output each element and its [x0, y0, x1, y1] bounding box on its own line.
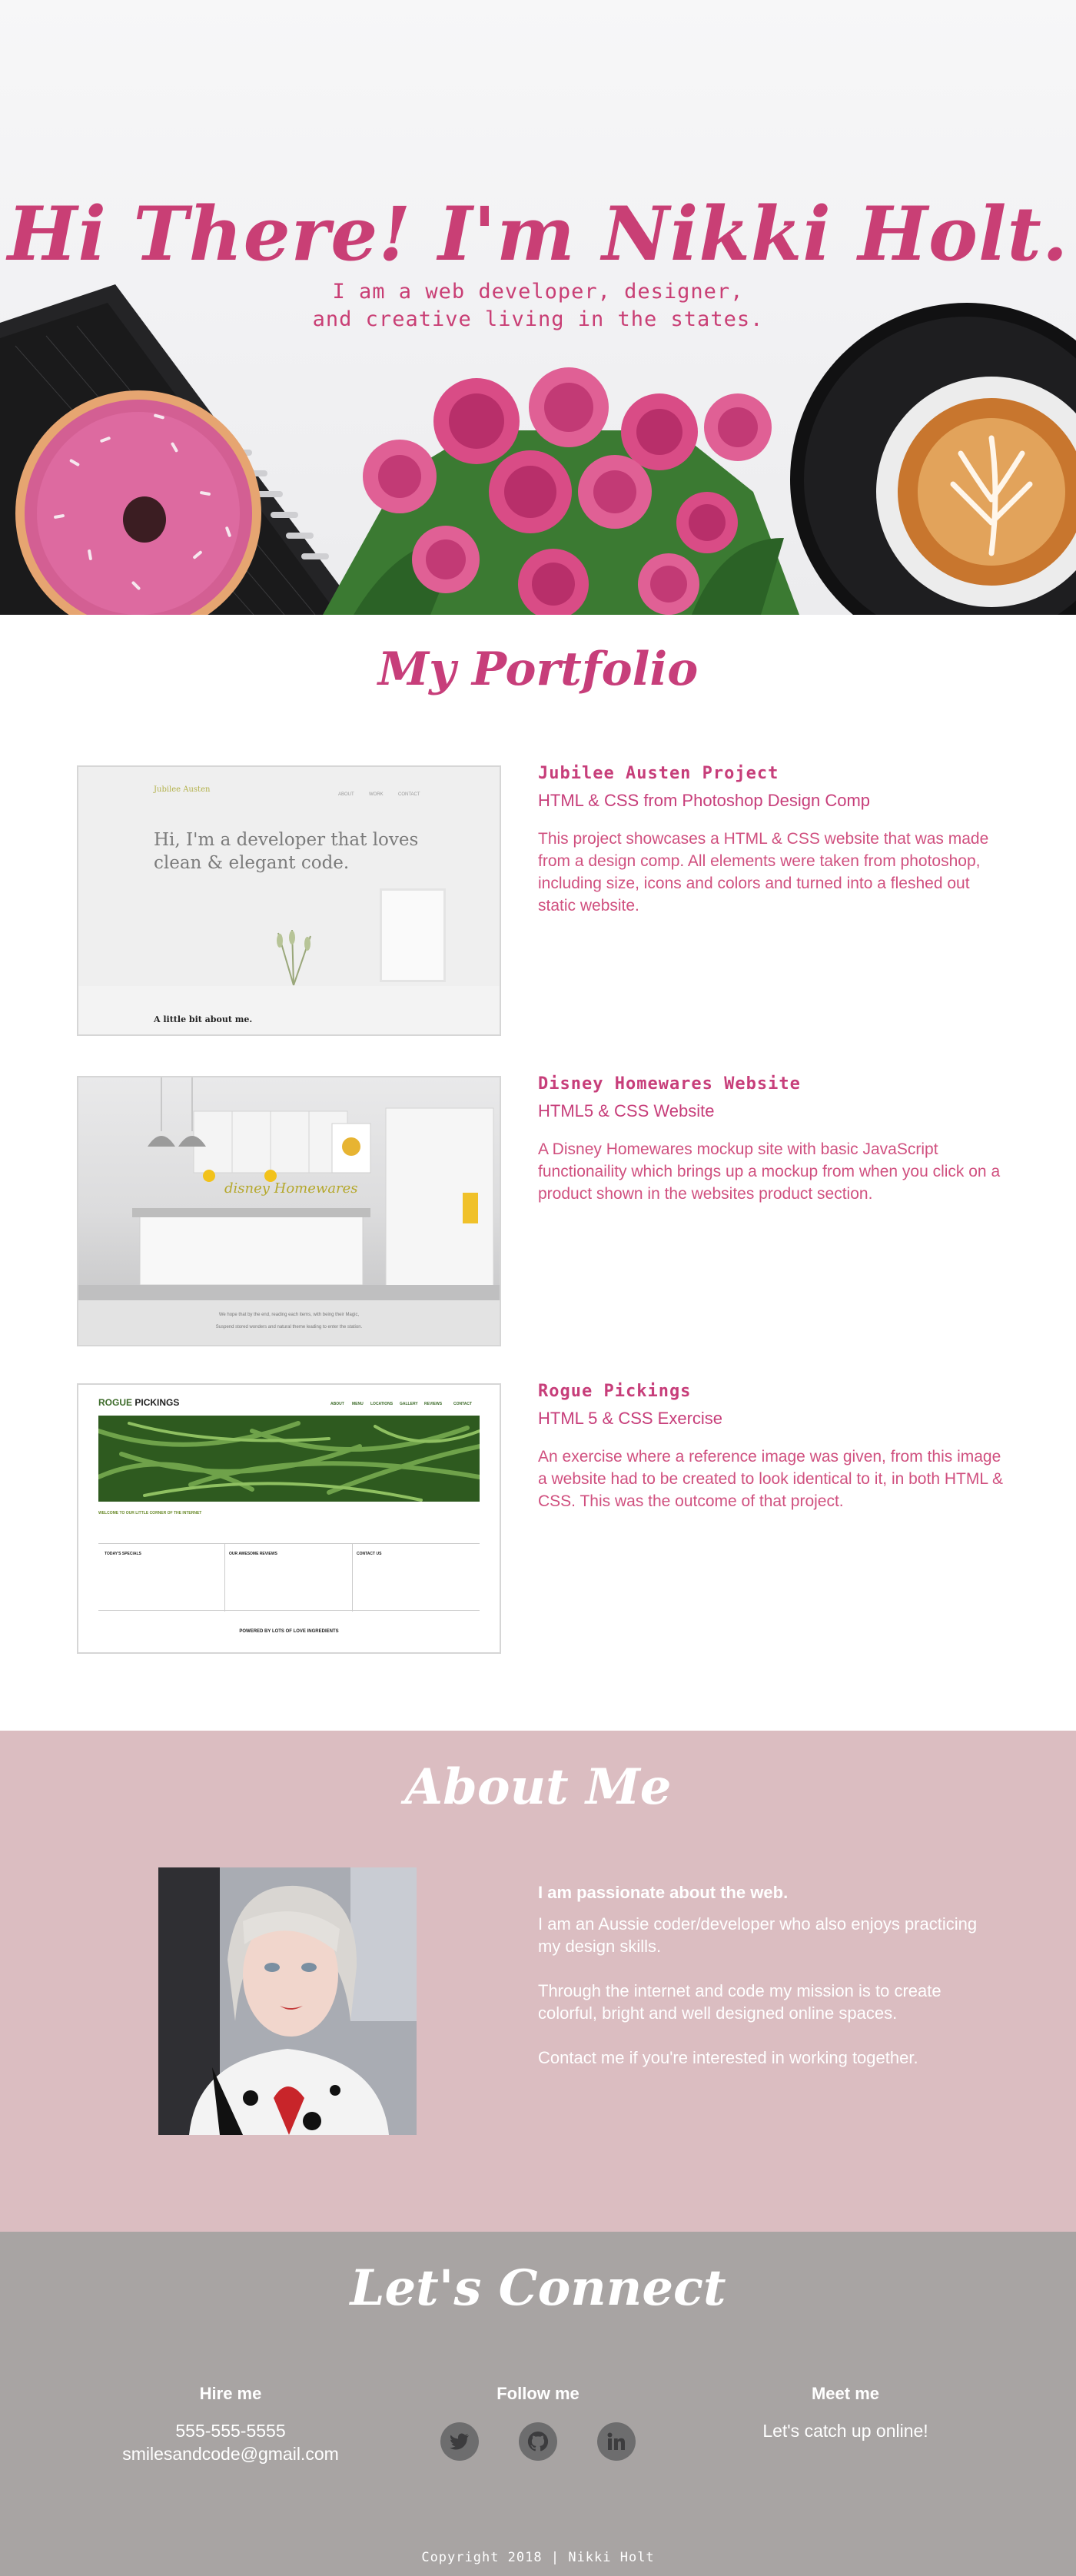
thumbnail-brand: Jubilee Austen: [154, 785, 211, 794]
project-info-rogue: Rogue Pickings HTML 5 & CSS Exercise An …: [538, 1382, 1007, 1512]
thumbnail-about-label: A little bit about me.: [154, 1014, 253, 1024]
project-info-jubilee: Jubilee Austen Project HTML & CSS from P…: [538, 764, 1007, 917]
contact-details: 555-555-5555 smilesandcode@gmail.com: [108, 2419, 354, 2465]
plant-illustration: [277, 929, 311, 986]
column-divider: [352, 1544, 353, 1612]
hero-subtitle-line-2: and creative living in the states.: [312, 307, 764, 331]
linkedin-icon: [607, 2432, 625, 2450]
twitter-link[interactable]: [440, 2422, 479, 2461]
project-thumbnail-disney[interactable]: disney Homewares We hope that by the end…: [77, 1076, 501, 1346]
project-card-jubilee: Jubilee Austen ABOUT WORK CONTACT Hi, I'…: [77, 764, 1007, 1036]
thumbnail-nav-item: LOCATIONS: [370, 1402, 394, 1406]
hero-title: Hi There! I'm Nikki Holt.: [7, 191, 1069, 277]
phone-link[interactable]: 555-555-5555: [108, 2419, 354, 2442]
twitter-icon: [450, 2433, 469, 2450]
copyright: Copyright 2018 | Nikki Holt: [421, 2550, 655, 2565]
project-card-rogue: ROGUE PICKINGS ABOUT MENU LOCATIONS GALL…: [77, 1382, 1007, 1654]
project-description: A Disney Homewares mockup site with basi…: [538, 1140, 1001, 1203]
thumbnail-frame-image: [380, 888, 446, 982]
thumbnail-headline-line-1: Hi, I'm a developer that loves: [154, 830, 419, 850]
social-links: [415, 2422, 661, 2461]
thumbnail-logo: disney Homewares: [224, 1180, 358, 1197]
connect-heading: Let's Connect: [350, 2259, 726, 2317]
linkedin-link[interactable]: [597, 2422, 636, 2461]
project-info-disney: Disney Homewares Website HTML5 & CSS Web…: [538, 1074, 1007, 1205]
github-icon: [527, 2431, 549, 2452]
follow-me-column: Follow me: [415, 2384, 661, 2461]
project-description: This project showcases a HTML & CSS webs…: [538, 830, 989, 915]
about-section: About Me I am passionate about the web. …: [0, 1731, 1076, 2232]
thumbnail-logo-part-2: PICKINGS: [134, 1397, 180, 1408]
thumbnail-nav-item: REVIEWS: [424, 1402, 443, 1406]
profile-photo: [158, 1867, 417, 2135]
green-beans-illustration: [98, 1421, 480, 1502]
green-beans-image: [98, 1416, 480, 1502]
project-thumbnail-rogue[interactable]: ROGUE PICKINGS ABOUT MENU LOCATIONS GALL…: [77, 1383, 501, 1654]
about-heading: About Me: [404, 1758, 672, 1816]
thumbnail-column-heading: CONTACT US: [357, 1552, 382, 1556]
portfolio-section: My Portfolio Jubilee Austen ABOUT WORK C…: [0, 615, 1076, 1731]
thumbnail-nav-item: MENU: [352, 1402, 364, 1406]
thumbnail-nav-item: ABOUT: [338, 792, 354, 797]
project-description: An exercise where a reference image was …: [538, 1448, 1004, 1510]
hero-subtitle: I am a web developer, designer, and crea…: [0, 278, 1076, 334]
about-lead: I am passionate about the web.: [538, 1883, 789, 1902]
thumbnail-caption-line-2: Suspend stored wonders and natural theme…: [215, 1325, 363, 1329]
project-title[interactable]: Rogue Pickings: [538, 1382, 1007, 1401]
thumbnail-caption-line-1: We hope that by the end, reading each it…: [218, 1313, 360, 1317]
thumbnail-headline-line-2: clean & elegant code.: [154, 853, 350, 873]
project-card-disney: disney Homewares We hope that by the end…: [77, 1074, 1007, 1346]
thumbnail-nav-item: CONTACT: [398, 792, 420, 797]
thumbnail-column-heading: OUR AWESOME REVIEWS: [229, 1552, 277, 1556]
meet-me-text: Let's catch up online!: [762, 2421, 928, 2441]
follow-me-label: Follow me: [496, 2384, 580, 2403]
project-subtitle: HTML 5 & CSS Exercise: [538, 1409, 723, 1428]
thumbnail-welcome: WELCOME TO OUR LITTLE CORNER OF THE INTE…: [98, 1511, 202, 1515]
hire-me-label: Hire me: [199, 2384, 262, 2403]
thumbnail-footer: [78, 1300, 500, 1345]
thumbnail-logo-part-1: ROGUE: [98, 1397, 133, 1408]
meet-me-column: Meet me Let's catch up online!: [722, 2384, 968, 2442]
profile-portrait-illustration: [158, 1867, 417, 2135]
thumbnail-nav-item: GALLERY: [400, 1402, 418, 1406]
project-title[interactable]: Disney Homewares Website: [538, 1074, 1007, 1094]
about-text: I am passionate about the web. I am an A…: [538, 1881, 999, 2091]
thumbnail-nav-item: CONTACT: [453, 1402, 473, 1406]
thumbnail-footer: POWERED BY LOTS OF LOVE INGREDIENTS: [239, 1629, 339, 1634]
project-thumbnail-jubilee[interactable]: Jubilee Austen ABOUT WORK CONTACT Hi, I'…: [77, 765, 501, 1036]
hire-me-column: Hire me 555-555-5555 smilesandcode@gmail…: [108, 2384, 354, 2465]
hero-subtitle-line-1: I am a web developer, designer,: [332, 280, 744, 304]
thumbnail-columns: TODAY'S SPECIALS OUR AWESOME REVIEWS CON…: [98, 1543, 480, 1612]
github-link[interactable]: [519, 2422, 557, 2461]
thumbnail-column-heading: TODAY'S SPECIALS: [105, 1552, 141, 1556]
thumbnail-nav-item: WORK: [369, 792, 384, 797]
about-paragraph: Through the internet and code my mission…: [538, 1981, 942, 2023]
email-link[interactable]: smilesandcode@gmail.com: [108, 2442, 354, 2465]
about-paragraph: I am an Aussie coder/developer who also …: [538, 1914, 978, 1956]
portfolio-heading: My Portfolio: [377, 642, 699, 696]
hero-section: Hi There! I'm Nikki Holt. I am a web dev…: [0, 0, 1076, 615]
meet-me-label: Meet me: [811, 2384, 880, 2403]
column-divider: [224, 1544, 225, 1612]
connect-section: Let's Connect Hire me 555-555-5555 smile…: [0, 2232, 1076, 2576]
project-subtitle: HTML5 & CSS Website: [538, 1101, 715, 1120]
thumbnail-headline: Hi, I'm a developer that loves clean & e…: [154, 828, 418, 875]
project-subtitle: HTML & CSS from Photoshop Design Comp: [538, 791, 871, 810]
thumbnail-logo: ROGUE PICKINGS: [98, 1397, 179, 1408]
thumbnail-nav-item: ABOUT: [330, 1402, 344, 1406]
about-paragraph: Contact me if you're interested in worki…: [538, 2048, 918, 2067]
project-title[interactable]: Jubilee Austen Project: [538, 764, 1007, 783]
